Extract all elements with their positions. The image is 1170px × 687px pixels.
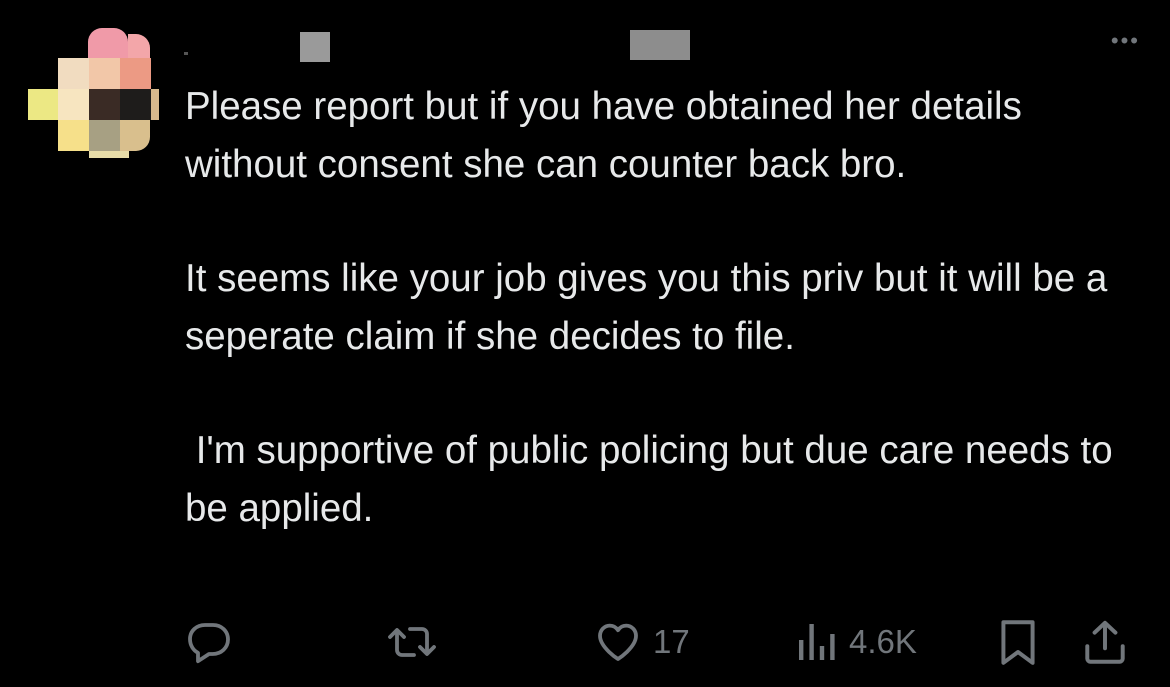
heart-icon (598, 623, 638, 661)
views-count: 4.6K (849, 623, 917, 660)
paragraph-1: Please report but if you have obtained h… (185, 85, 1033, 186)
username-redacted (184, 22, 704, 62)
share-button[interactable] (1080, 614, 1130, 670)
tweet: ••• Please report but if you have obtain… (0, 0, 1170, 687)
share-icon (1085, 620, 1125, 664)
more-dots-icon[interactable]: ••• (1111, 30, 1140, 52)
avatar[interactable] (28, 28, 160, 158)
views-chart-icon (799, 624, 835, 660)
paragraph-2: It seems like your job gives you this pr… (185, 257, 1118, 358)
repost-button[interactable] (385, 614, 439, 670)
views-button[interactable]: 4.6K (795, 614, 917, 670)
like-button[interactable]: 17 (593, 614, 690, 670)
bookmark-icon (1001, 620, 1035, 665)
tweet-text: Please report but if you have obtained h… (185, 78, 1125, 537)
repost-icon (388, 627, 436, 657)
reply-icon (188, 623, 230, 664)
bookmark-button[interactable] (995, 614, 1041, 670)
reply-button[interactable] (185, 614, 233, 670)
action-bar: 17 4.6K (185, 614, 1140, 670)
paragraph-3: I'm supportive of public policing but du… (185, 429, 1124, 530)
like-count: 17 (653, 623, 690, 660)
